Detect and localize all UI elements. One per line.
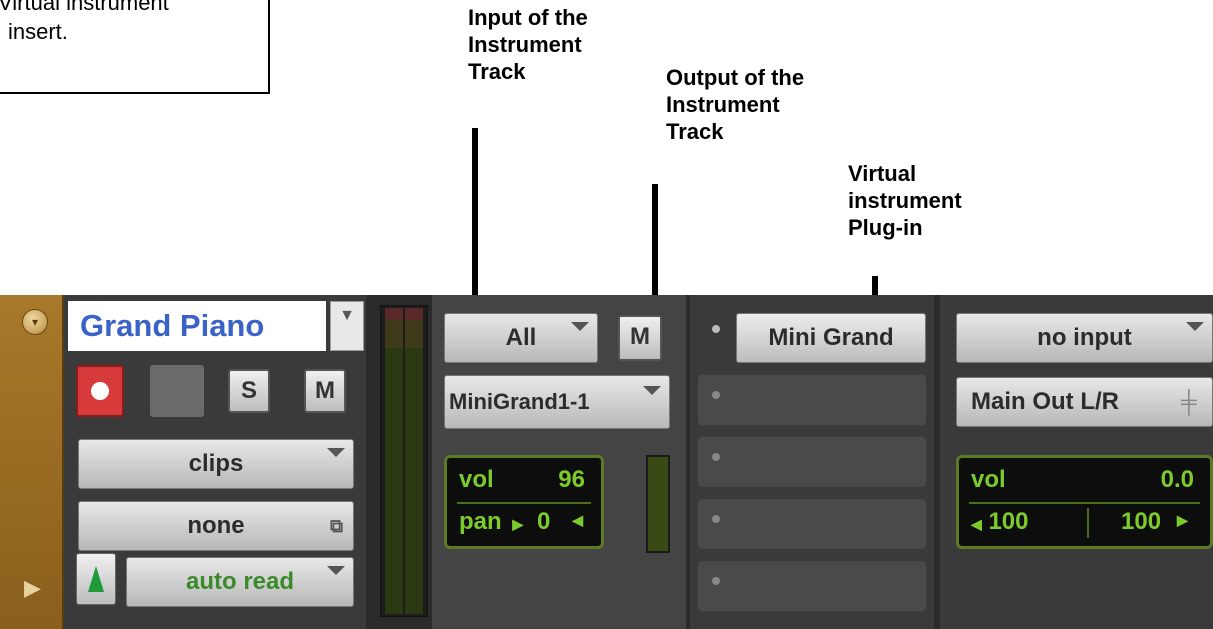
pan-left-value: 100 (988, 508, 1029, 535)
annotation-plugin: Virtual instrument Plug-in (848, 161, 962, 240)
volume-row: vol 96 (459, 466, 591, 500)
track-controls-panel: Grand Piano ▼ S M clips none ⧉ auto read (64, 295, 366, 629)
view-selector[interactable]: none ⧉ (78, 501, 354, 551)
fader-icon: ╪ (1181, 389, 1197, 414)
callout-line1: Virtual instrument (0, 0, 169, 15)
dropdown-arrow-icon (643, 386, 661, 395)
insert-dot (712, 391, 720, 399)
main-out-selector[interactable]: Main Out L/R ╪ (956, 377, 1213, 427)
view-label: none (187, 512, 245, 539)
insert-slot-2[interactable] (698, 375, 926, 425)
collapse-icon[interactable]: ▾ (22, 309, 48, 335)
dropdown-arrow-icon (1186, 322, 1204, 331)
volume-pan-readout-2[interactable]: vol 0.0 ◀ 100 100 ▶ (956, 455, 1213, 549)
insert-slot-5[interactable] (698, 561, 926, 611)
expand-arrow-icon[interactable]: ▶ (24, 575, 41, 601)
input-label: All (505, 324, 537, 351)
playlist-label: clips (188, 450, 244, 477)
output-selector[interactable]: MiniGrand1-1 (444, 375, 670, 429)
pan-left-arrow-icon: ◀ (572, 512, 583, 528)
playlist-selector[interactable]: clips (78, 439, 354, 489)
insert-mini-grand[interactable]: Mini Grand (736, 313, 926, 363)
inserts-panel: Mini Grand (690, 295, 934, 629)
mute-button[interactable]: M (304, 369, 346, 413)
insert-dot (712, 577, 720, 585)
pan-right-value: 100 (1121, 508, 1162, 535)
volume-pan-readout[interactable]: vol 96 pan ▶ 0 ◀ (444, 455, 604, 549)
vol-value: 0.0 (1160, 466, 1194, 493)
readout-divider (969, 502, 1200, 504)
track-name-dropdown[interactable]: ▼ (330, 301, 364, 351)
track-color-handle[interactable]: ▾ ▶ (0, 295, 64, 629)
input-selector[interactable]: All (444, 313, 598, 363)
pan-left-arrow-icon: ◀ (971, 516, 982, 532)
callout-line2: insert. (8, 19, 68, 44)
automation-label: auto read (185, 568, 295, 595)
meter-right (405, 308, 423, 614)
callout-text: Virtual instrument insert. (0, 0, 169, 46)
automation-enable-icon[interactable] (76, 553, 116, 605)
no-input-label: no input (1037, 324, 1132, 351)
insert-dot (712, 515, 720, 523)
midi-mute-button[interactable]: M (618, 315, 662, 361)
pan-row: ◀ 100 100 ▶ (971, 508, 1200, 540)
vol-value: 96 (558, 466, 585, 493)
second-io-panel: no input Main Out L/R ╪ vol 0.0 ◀ 100 10… (940, 295, 1213, 629)
instrument-io-panel: All M MiniGrand1-1 vol 96 pan ▶ 0 ◀ (432, 295, 686, 629)
solo-button[interactable]: S (228, 369, 270, 413)
level-meters (380, 305, 428, 617)
vol-label: vol (459, 466, 494, 493)
annotation-input: Input of the Instrument Track (468, 5, 588, 84)
dropdown-arrow-icon (327, 566, 345, 575)
insert-slot-4[interactable] (698, 499, 926, 549)
pan-value: 0 (537, 508, 551, 535)
volume-row: vol 0.0 (971, 466, 1200, 500)
input-monitor-button[interactable] (150, 365, 204, 417)
annotation-output: Output of the Instrument Track (666, 65, 805, 144)
record-enable-button[interactable] (76, 365, 124, 417)
mini-meter (646, 455, 670, 553)
pan-label: pan (459, 508, 502, 535)
readout-divider (457, 502, 591, 504)
meter-left (385, 308, 403, 614)
main-out-label: Main Out L/R (971, 388, 1119, 415)
no-input-selector[interactable]: no input (956, 313, 1213, 363)
insert-slot-3[interactable] (698, 437, 926, 487)
record-dot-icon (91, 382, 109, 400)
dropdown-arrow-icon (571, 322, 589, 331)
output-label: MiniGrand1-1 (449, 389, 590, 414)
insert-slot-1[interactable]: Mini Grand (698, 313, 926, 363)
insert-dot (712, 453, 720, 461)
pan-right-arrow-icon: ▶ (1177, 512, 1188, 528)
green-triangle-icon (88, 566, 104, 592)
vol-label: vol (971, 466, 1006, 493)
track-name-field[interactable]: Grand Piano (68, 301, 326, 351)
pan-row: pan ▶ 0 ◀ (459, 508, 591, 540)
mixer-strip: ▾ ▶ Grand Piano ▼ S M clips none ⧉ auto … (0, 295, 1213, 629)
automation-mode-selector[interactable]: auto read (126, 557, 354, 607)
insert-bypass-dot[interactable] (712, 325, 720, 333)
dropdown-arrow-icon (327, 448, 345, 457)
view-icon: ⧉ (330, 516, 343, 536)
pan-right-arrow-icon: ▶ (512, 516, 524, 532)
pointer-input (472, 128, 478, 316)
